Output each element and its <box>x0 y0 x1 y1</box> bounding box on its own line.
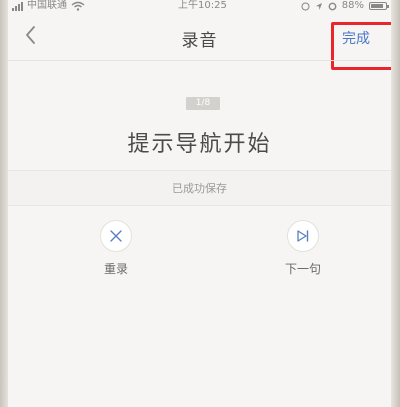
signal-icon <box>12 1 23 11</box>
wifi-icon <box>71 1 85 11</box>
status-time: 上午10:25 <box>178 0 227 11</box>
nav-divider <box>8 60 391 61</box>
close-x-icon <box>110 230 122 242</box>
rotation-lock-icon <box>328 2 337 10</box>
status-left: 中国联通 <box>12 0 85 12</box>
skip-next-icon <box>297 230 309 242</box>
save-status-text: 已成功保存 <box>172 182 227 195</box>
highlight-box <box>331 22 391 70</box>
battery-icon <box>369 2 389 10</box>
progress-badge: 1/8 <box>186 97 220 110</box>
location-arrow-icon <box>315 2 322 10</box>
next-sentence-label: 下一句 <box>284 262 321 276</box>
status-right: 88% <box>301 0 389 12</box>
carrier-name: 中国联通 <box>27 0 67 11</box>
rerecord-button[interactable]: 重录 <box>76 220 156 277</box>
rerecord-circle <box>100 220 132 252</box>
device-frame-left <box>0 0 8 407</box>
next-sentence-button[interactable]: 下一句 <box>263 220 343 277</box>
save-status-bar: 已成功保存 <box>8 170 391 206</box>
prompt-sentence: 提示导航开始 <box>127 132 272 157</box>
rerecord-label: 重录 <box>103 262 128 276</box>
battery-level <box>371 4 383 8</box>
next-circle <box>287 220 319 252</box>
phone-screen: 中国联通 上午10:25 88% 录音 完成 1/8 提示导航开始 已成功保存 … <box>8 0 391 407</box>
battery-percent: 88% <box>341 0 364 11</box>
alarm-icon <box>301 2 310 10</box>
status-bar: 中国联通 上午10:25 88% <box>8 0 391 14</box>
device-frame-right <box>391 0 400 407</box>
